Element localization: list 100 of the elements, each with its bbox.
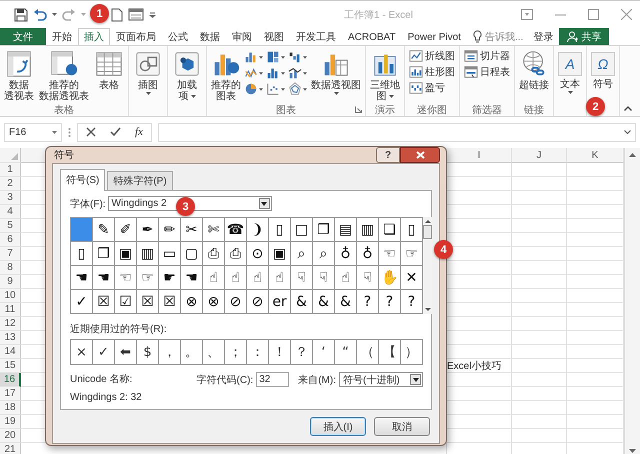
row-header[interactable]: 9 (0, 275, 21, 289)
symbol-cell[interactable]: ☜ (379, 242, 400, 265)
symbol-cell[interactable]: ♁ (357, 242, 378, 265)
symbol-cell[interactable]: ❐ (313, 218, 334, 241)
symbol-cell[interactable] (71, 218, 92, 241)
symbol-cell[interactable]: 【 (379, 340, 400, 364)
symbol-cell[interactable]: ☚ (181, 266, 202, 289)
symbol-cell[interactable]: ✐ (115, 218, 136, 241)
ribbon-button[interactable]: 表格 (92, 48, 126, 92)
symbol-cell[interactable]: × (71, 340, 92, 364)
ribbon-button[interactable]: 三维地 图 (368, 48, 402, 103)
drag-handle-icon[interactable] (68, 126, 71, 138)
ribbon-button[interactable]: 超链接 (517, 48, 551, 92)
row-header[interactable]: 1 (0, 163, 21, 177)
row-header[interactable]: 4 (0, 205, 21, 219)
symbol-cell[interactable]: ☞ (401, 242, 422, 265)
symbol-cell[interactable]: ； (225, 340, 246, 364)
ribbon-tab[interactable]: 数据 (194, 28, 226, 45)
cancel-icon[interactable] (86, 127, 96, 137)
symbol-cell[interactable]: ⊗ (203, 290, 224, 313)
symbol-cell[interactable]: ☞ (137, 266, 158, 289)
row-header[interactable]: 6 (0, 233, 21, 247)
ribbon-tab[interactable]: 视图 (258, 28, 290, 45)
row-header[interactable]: 16 (0, 373, 21, 387)
row-header[interactable]: 15 (0, 359, 21, 373)
symbol-cell[interactable]: ✒ (137, 218, 158, 241)
name-box[interactable]: F16 (4, 122, 62, 142)
symbol-cell[interactable]: 、 (203, 340, 224, 364)
formula-field[interactable] (158, 122, 636, 142)
caret-icon[interactable] (149, 12, 156, 18)
symbol-cell[interactable]: ✏ (159, 218, 180, 241)
ribbon-tab[interactable]: 插入 (78, 28, 110, 45)
dialog-launcher-icon[interactable] (355, 106, 362, 113)
ribbon-button[interactable]: Ω 符号 (589, 48, 617, 91)
row-header[interactable]: 20 (0, 429, 21, 443)
row-header[interactable]: 13 (0, 331, 21, 345)
from-dropdown[interactable]: 符号(十进制) (339, 372, 423, 387)
row-header[interactable]: 11 (0, 303, 21, 317)
symbol-cell[interactable]: ✎ (93, 218, 114, 241)
dialog-button[interactable]: 取消 (374, 417, 430, 436)
row-header[interactable]: 5 (0, 219, 21, 233)
dialog-tab[interactable]: 符号(S) (60, 169, 106, 191)
row-header[interactable]: 18 (0, 401, 21, 415)
undo-icon[interactable] (33, 8, 47, 22)
file-tab[interactable]: 文件 (0, 28, 46, 45)
scrollbar[interactable] (624, 148, 640, 454)
symbol-cell[interactable]: ✂ (181, 218, 202, 241)
symbol-cell[interactable]: ▭ (159, 242, 180, 265)
ribbon-button[interactable]: 推荐的 图表 (209, 48, 243, 103)
symbol-cell[interactable]: ▤ (335, 218, 356, 241)
symbol-cell[interactable]: ? (379, 290, 400, 313)
symbol-cell[interactable]: ⊗ (181, 290, 202, 313)
ribbon-tab[interactable]: 页面布局 (110, 28, 162, 45)
check-icon[interactable] (110, 127, 121, 137)
collapse-icon[interactable] (624, 106, 632, 111)
symbol-cell[interactable]: ⎙ (225, 242, 246, 265)
symbol-cell[interactable]: ⎙ (203, 242, 224, 265)
close-button[interactable] (400, 147, 440, 163)
ribbon-tab[interactable]: 审阅 (226, 28, 258, 45)
expand-icon[interactable] (624, 130, 631, 134)
ribbon-tab[interactable]: ACROBAT (342, 28, 402, 45)
symbol-cell[interactable]: ？ (291, 340, 312, 364)
ribbon-button[interactable]: 推荐的 数据透视表 (37, 48, 91, 103)
symbol-cell[interactable]: ⊘ (225, 290, 246, 313)
scroll-down-icon[interactable] (629, 449, 636, 453)
ribbon-options-icon[interactable] (521, 9, 533, 20)
symbol-cell[interactable]: ☜ (115, 266, 136, 289)
symbol-cell[interactable]: ▯ (269, 218, 290, 241)
symbol-cell[interactable]: ‘ (313, 340, 334, 364)
symbol-cell[interactable]: ⌕ (291, 242, 312, 265)
row-header[interactable]: 12 (0, 317, 21, 331)
row-header[interactable]: 8 (0, 261, 21, 275)
chart-type-button[interactable] (288, 50, 308, 64)
symbol-cell[interactable]: ▢ (181, 242, 202, 265)
insert-function-button[interactable]: fx (135, 126, 143, 138)
symbol-cell[interactable]: ☛ (159, 266, 180, 289)
ribbon-button[interactable]: 切片器 (462, 49, 512, 63)
scroll-up-icon[interactable] (424, 220, 430, 223)
symbol-cell[interactable]: ✕ (401, 266, 422, 289)
symbol-cell[interactable]: ☝ (269, 266, 290, 289)
close-icon[interactable] (621, 9, 632, 20)
row-header[interactable]: 3 (0, 191, 21, 205)
row-header[interactable]: 2 (0, 177, 21, 191)
symbol-cell[interactable]: ▯ (71, 242, 92, 265)
symbol-cell[interactable]: ▯ (401, 218, 422, 241)
symbol-cell[interactable]: ? (401, 290, 422, 313)
maximize-icon[interactable] (588, 9, 599, 20)
document-icon[interactable] (111, 8, 123, 22)
ribbon-tab[interactable]: Power Pivot (402, 28, 467, 45)
char-code-field[interactable]: 32 (256, 372, 290, 387)
chart-type-button[interactable] (288, 66, 308, 80)
symbol-cell[interactable]: ✄ (203, 218, 224, 241)
ribbon-button[interactable]: A 文本 (556, 48, 584, 95)
tell-me-field[interactable]: 告诉我... (484, 30, 524, 44)
symbol-cell[interactable]: □ (291, 218, 312, 241)
symbol-cell[interactable]: ☝ (247, 266, 268, 289)
scroll-thumb[interactable] (423, 225, 432, 239)
row-header[interactable]: 17 (0, 387, 21, 401)
symbol-cell[interactable]: ☒ (159, 290, 180, 313)
ribbon-tab[interactable]: 开发工具 (290, 28, 342, 45)
